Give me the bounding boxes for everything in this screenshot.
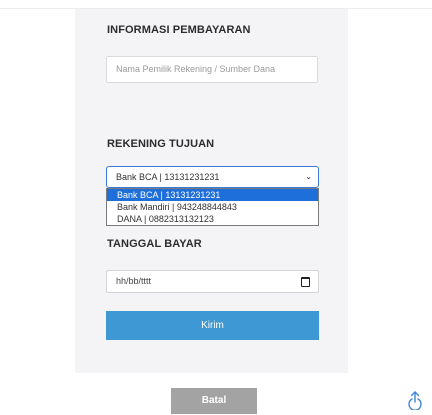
calendar-icon[interactable] — [301, 277, 310, 287]
destination-account-select[interactable]: Bank BCA | 13131231231 ⌄ — [106, 166, 319, 188]
payment-info-title: INFORMASI PEMBAYARAN — [107, 24, 251, 36]
account-owner-input[interactable]: Nama Pemilik Rekening / Sumber Dana — [106, 56, 318, 83]
destination-account-dropdown: Bank BCA | 13131231231 Bank Mandiri | 94… — [106, 188, 319, 226]
date-placeholder: hh/bb/tttt — [116, 276, 152, 286]
submit-button[interactable]: Kirim — [106, 311, 319, 340]
payment-date-title: TANGGAL BAYAR — [107, 238, 202, 250]
dropdown-option-dana[interactable]: DANA | 0882313132123 — [107, 213, 318, 225]
select-value: Bank BCA | 13131231231 — [116, 172, 220, 182]
dropdown-option-mandiri[interactable]: Bank Mandiri | 943248844843 — [107, 201, 318, 213]
share-icon[interactable] — [406, 390, 424, 410]
dropdown-option-bca[interactable]: Bank BCA | 13131231231 — [107, 189, 318, 201]
destination-account-title: REKENING TUJUAN — [107, 138, 215, 150]
cancel-button[interactable]: Batal — [171, 388, 257, 414]
payment-date-input[interactable]: hh/bb/tttt — [106, 270, 319, 293]
chevron-down-icon: ⌄ — [305, 172, 312, 181]
